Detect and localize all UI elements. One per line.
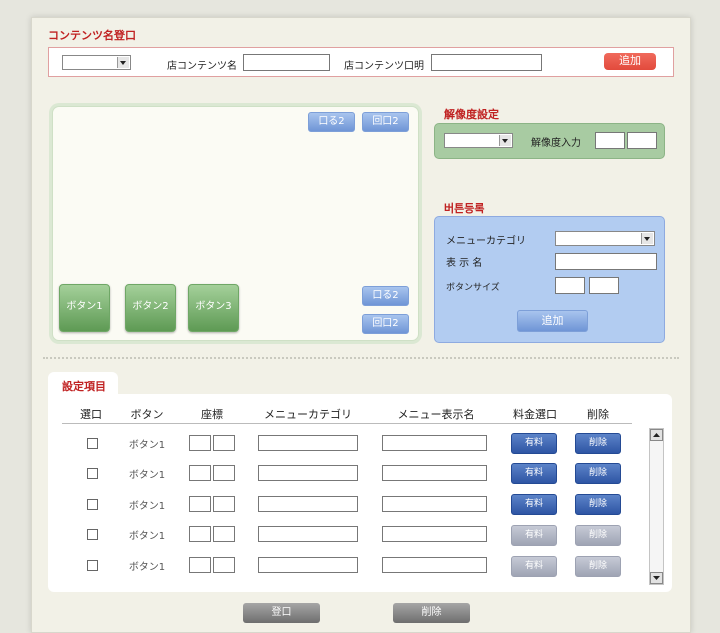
content-select[interactable] — [62, 55, 131, 70]
resolution-width-input[interactable] — [595, 132, 625, 149]
chevron-down-icon — [641, 233, 653, 244]
settings-title: 設定項目 — [62, 380, 106, 393]
button-register-title: 버튼등록 — [444, 202, 485, 215]
row-checkbox[interactable] — [87, 529, 98, 540]
row-category-input[interactable] — [258, 496, 358, 512]
display-name-label: 表 示 名 — [446, 258, 483, 269]
scroll-down-icon[interactable] — [650, 572, 663, 584]
row-fee-button[interactable]: 有料 — [511, 494, 557, 515]
save-button[interactable]: 登口 — [243, 603, 320, 623]
row-y-input[interactable] — [213, 557, 235, 573]
row-category-input[interactable] — [258, 465, 358, 481]
row-delete-button[interactable]: 削除 — [575, 494, 621, 515]
delete-button[interactable]: 削除 — [393, 603, 470, 623]
row-checkbox[interactable] — [87, 468, 98, 479]
row-delete-button[interactable]: 削除 — [575, 463, 621, 484]
row-fee-button[interactable]: 有料 — [511, 556, 557, 577]
category-select[interactable] — [555, 231, 655, 246]
header-display-name: メニュー表示名 — [397, 408, 475, 421]
preview-bottom-button-1[interactable]: 口る2 — [362, 286, 409, 306]
row-y-input[interactable] — [213, 465, 235, 481]
row-display-name-input[interactable] — [382, 526, 487, 542]
row-checkbox[interactable] — [87, 499, 98, 510]
row-x-input[interactable] — [189, 526, 211, 542]
preview-button-1[interactable]: ボタン1 — [59, 284, 110, 332]
display-name-input[interactable] — [555, 253, 657, 270]
resolution-select[interactable] — [444, 133, 513, 148]
row-x-input[interactable] — [189, 465, 211, 481]
row-x-input[interactable] — [189, 557, 211, 573]
row-y-input[interactable] — [213, 435, 235, 451]
button-size-label: ボタンサイズ — [446, 283, 500, 293]
row-category-input[interactable] — [258, 526, 358, 542]
header-divider — [62, 423, 632, 424]
row-delete-button[interactable]: 削除 — [575, 556, 621, 577]
row-display-name-input[interactable] — [382, 435, 487, 451]
content-name-input[interactable] — [243, 54, 330, 71]
category-label: メニューカテゴリ — [446, 236, 526, 247]
row-button-name: ボタン1 — [128, 501, 166, 512]
header-coords: 座標 — [201, 408, 223, 421]
preview-bottom-button-2[interactable]: 回口2 — [362, 314, 409, 334]
preview-top-button-2[interactable]: 回口2 — [362, 112, 409, 132]
row-y-input[interactable] — [213, 496, 235, 512]
resolution-title: 解像度設定 — [444, 108, 499, 121]
header-select: 選口 — [80, 408, 102, 421]
table-scrollbar[interactable] — [649, 428, 664, 585]
row-delete-button[interactable]: 削除 — [575, 525, 621, 546]
register-add-button[interactable]: 追加 — [604, 53, 656, 70]
row-button-name: ボタン1 — [128, 470, 166, 481]
row-button-name: ボタン1 — [128, 562, 166, 573]
row-y-input[interactable] — [213, 526, 235, 542]
row-x-input[interactable] — [189, 435, 211, 451]
row-display-name-input[interactable] — [382, 465, 487, 481]
button-register-add-button[interactable]: 追加 — [517, 310, 588, 332]
section-divider — [43, 357, 679, 359]
resolution-input-label: 解像度入力 — [531, 138, 581, 149]
preview-button-2[interactable]: ボタン2 — [125, 284, 176, 332]
chevron-down-icon — [117, 57, 129, 68]
chevron-down-icon — [499, 135, 511, 146]
header-category: メニューカテゴリ — [264, 408, 352, 421]
preview-button-3[interactable]: ボタン3 — [188, 284, 239, 332]
content-desc-input[interactable] — [431, 54, 542, 71]
button-size-height-input[interactable] — [589, 277, 619, 294]
row-display-name-input[interactable] — [382, 496, 487, 512]
content-name-label: 店コンテンツ名 — [167, 61, 237, 72]
row-category-input[interactable] — [258, 557, 358, 573]
row-x-input[interactable] — [189, 496, 211, 512]
preview-top-button-1[interactable]: 口る2 — [308, 112, 355, 132]
button-size-width-input[interactable] — [555, 277, 585, 294]
row-display-name-input[interactable] — [382, 557, 487, 573]
row-fee-button[interactable]: 有料 — [511, 525, 557, 546]
row-checkbox[interactable] — [87, 438, 98, 449]
scroll-up-icon[interactable] — [650, 429, 663, 441]
content-desc-label: 店コンテンツ口明 — [344, 61, 424, 72]
row-fee-button[interactable]: 有料 — [511, 463, 557, 484]
header-fee-select: 料金選口 — [513, 408, 557, 421]
row-fee-button[interactable]: 有料 — [511, 433, 557, 454]
resolution-height-input[interactable] — [627, 132, 657, 149]
row-button-name: ボタン1 — [128, 440, 166, 451]
header-delete: 削除 — [587, 408, 609, 421]
row-button-name: ボタン1 — [128, 531, 166, 542]
row-delete-button[interactable]: 削除 — [575, 433, 621, 454]
row-category-input[interactable] — [258, 435, 358, 451]
row-checkbox[interactable] — [87, 560, 98, 571]
header-button: ボタン — [130, 408, 164, 421]
register-title: コンテンツ名登口 — [48, 29, 136, 42]
